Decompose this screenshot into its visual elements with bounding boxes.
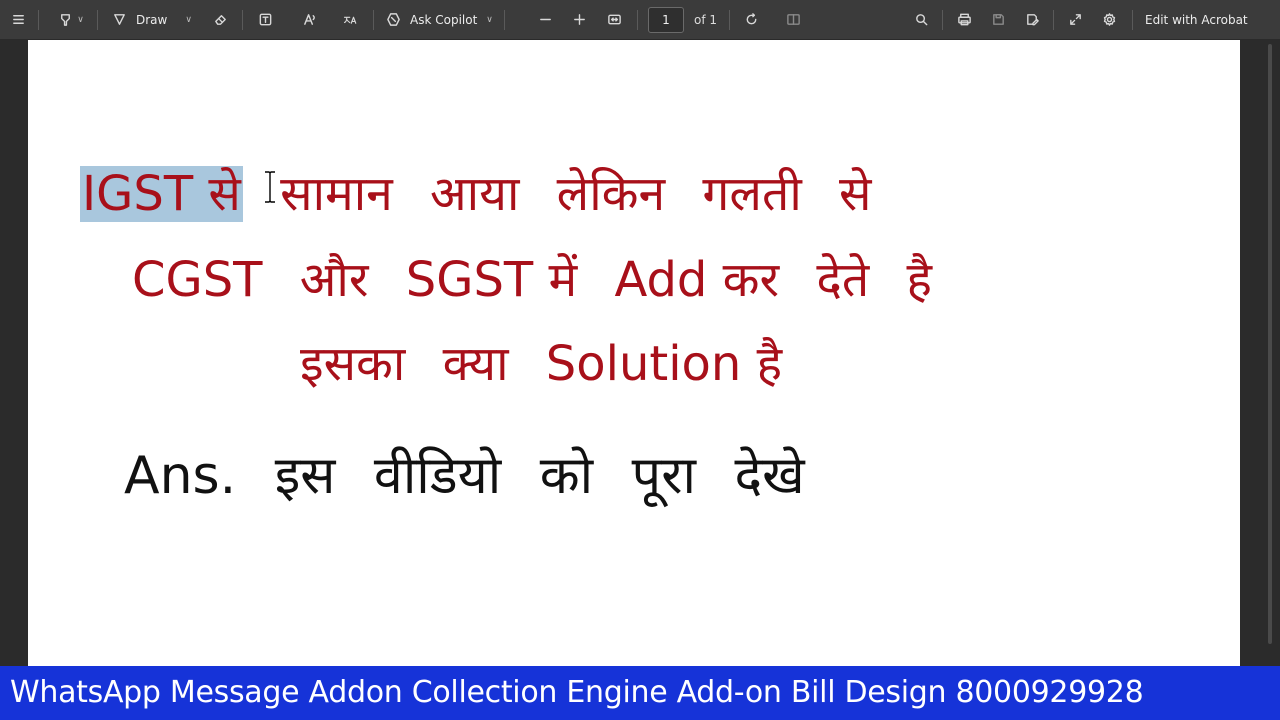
edit-with-acrobat-button[interactable]: Edit with Acrobat [1145,13,1248,27]
zoom-in-button[interactable] [569,6,589,34]
print-icon [957,13,971,26]
text-box-icon [259,13,271,26]
word: सामान [280,166,393,222]
text-line-3: इसका क्या Solution है [300,334,782,394]
word: Solution है [545,336,783,392]
eraser-button[interactable] [208,6,232,34]
save-as-button[interactable] [1021,6,1043,34]
separator [637,9,638,30]
separator [729,9,731,30]
search-icon [915,14,927,26]
word: Ans. [124,446,237,506]
word: आया [430,166,520,222]
highlighter-icon [61,14,71,26]
read-aloud-button[interactable] [297,6,321,34]
rotate-button[interactable] [740,6,762,34]
draw-label: Draw [136,12,168,27]
word: पूरा [631,446,696,506]
separator [373,9,374,30]
word: इसका [300,336,406,392]
rotate-icon [746,13,756,25]
text-box-button[interactable] [253,6,277,34]
word: वीडियो [373,446,502,506]
chevron-down-icon: ∨ [486,14,493,25]
ask-copilot-label: Ask Copilot [410,12,478,27]
gear-icon [1103,13,1115,26]
word: क्या [442,336,509,392]
separator [942,9,944,30]
word: को [539,446,594,506]
zoom-out-button[interactable] [535,6,555,34]
chevron-down-icon: ∨ [185,14,192,25]
ask-copilot-button[interactable]: Ask Copilot ∨ [386,6,498,34]
page-number-input[interactable]: 1 [648,6,684,33]
translate-icon [343,16,356,24]
text-line-2: CGST और SGST में Add कर देते है [132,250,932,310]
contents-button[interactable] [8,6,28,34]
chevron-down-icon: ∨ [77,14,84,25]
highlight-button[interactable]: ∨ [51,6,91,34]
draw-button[interactable]: Draw ∨ [112,6,194,34]
word: SGST में [405,252,578,308]
word: CGST [132,252,263,308]
text-cursor-icon [265,170,275,204]
save-icon [992,14,1004,25]
save-as-icon [1026,14,1039,26]
separator [38,9,39,30]
word: Add कर [614,252,780,308]
two-page-icon [786,14,800,25]
eraser-icon [214,15,226,25]
print-button[interactable] [953,6,975,34]
bottom-banner: WhatsApp Message Addon Collection Engine… [0,666,1280,720]
vertical-scrollbar[interactable] [1268,44,1272,644]
page-view-button[interactable] [782,6,804,34]
selected-text[interactable]: IGST से [80,166,243,222]
pen-icon [114,14,125,25]
pdf-toolbar: ∨ Draw ∨ Ask Copilot ∨ 1 of 1 Edit with … [0,0,1280,40]
settings-button[interactable] [1098,6,1120,34]
page-count: of 1 [694,12,718,27]
banner-text: WhatsApp Message Addon Collection Engine… [10,675,1144,710]
translate-button[interactable] [337,6,363,34]
plus-icon [573,14,585,25]
separator [504,9,505,30]
word: इस [274,446,336,506]
word: से [839,166,872,222]
text-line-1: IGST से सामान आया लेकिन गलती से [80,164,872,224]
word: लेकिन [556,166,666,222]
find-button[interactable] [910,6,932,34]
copilot-icon [387,13,400,26]
separator [242,9,243,30]
fit-width-button[interactable] [603,6,625,34]
word: है [906,252,933,308]
word: देते [816,252,870,308]
save-button[interactable] [987,6,1009,34]
fit-width-icon [607,14,621,25]
word: गलती [702,166,802,222]
separator [1132,9,1134,30]
list-icon [12,15,24,24]
expand-icon [1069,14,1081,25]
full-screen-button[interactable] [1064,6,1086,34]
answer-line: Ans. इस वीडियो को पूरा देखे [124,446,805,506]
word: और [299,252,369,308]
separator [97,9,98,30]
word: देखे [734,446,805,506]
minus-icon [539,18,551,21]
read-aloud-icon [303,14,315,25]
separator [1053,9,1055,30]
pdf-page: IGST से सामान आया लेकिन गलती से CGST और … [28,40,1240,666]
